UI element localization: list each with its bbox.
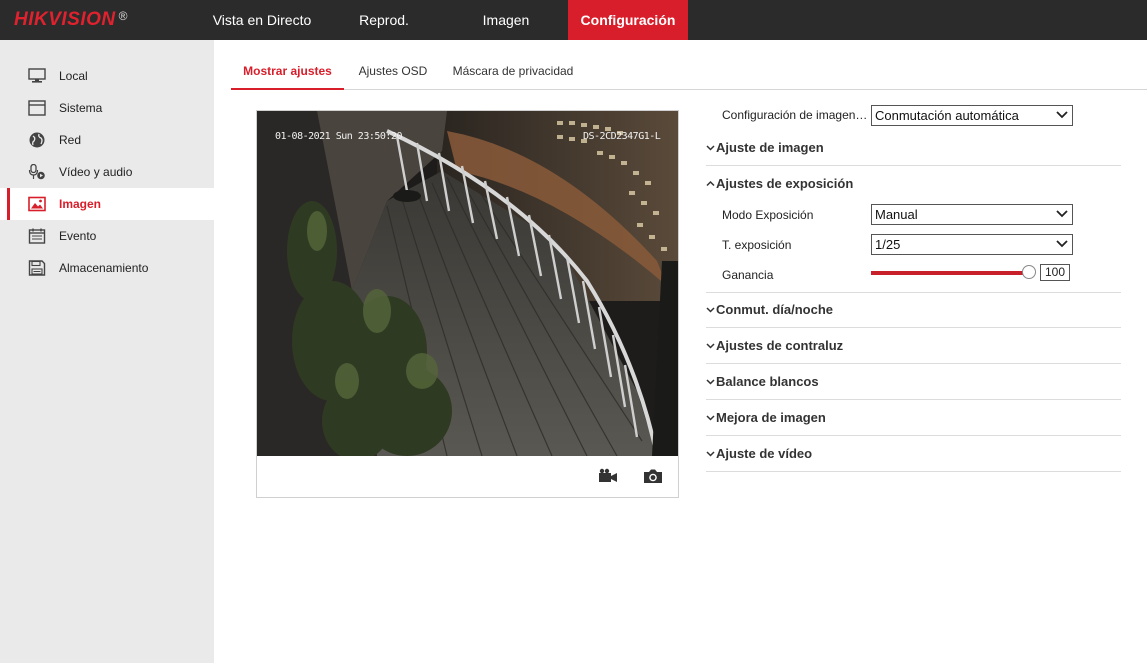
- sidebar-item-label: Sistema: [59, 101, 103, 115]
- chevron-down-icon: [706, 451, 715, 457]
- registered-mark: ®: [118, 9, 128, 23]
- sidebar-item-label: Vídeo y audio: [59, 165, 133, 179]
- chevron-down-icon: [706, 145, 715, 151]
- exposure-mode-value: Manual: [875, 207, 918, 222]
- section-title: Mejora de imagen: [716, 410, 826, 425]
- exposure-mode-select[interactable]: Manual: [871, 204, 1073, 225]
- section-backlight[interactable]: Ajustes de contraluz: [706, 328, 1121, 364]
- window-icon: [28, 100, 46, 116]
- floppy-icon: [28, 260, 46, 276]
- sidebar-item-video-audio[interactable]: Vídeo y audio: [0, 156, 214, 188]
- sidebar-item-local[interactable]: Local: [0, 60, 214, 92]
- nav-live-view[interactable]: Vista en Directo: [198, 0, 326, 40]
- section-image-adjust[interactable]: Ajuste de imagen: [706, 130, 1121, 166]
- sidebar-item-label: Local: [59, 69, 88, 83]
- section-video-adjust[interactable]: Ajuste de vídeo: [706, 436, 1121, 472]
- video-toolbar: [257, 456, 678, 497]
- camera-scene-image: [257, 111, 678, 456]
- chevron-down-icon: [706, 343, 715, 349]
- osd-datetime: 01-08-2021 Sun 23:50:20: [275, 131, 402, 142]
- nav-playback[interactable]: Reprod.: [336, 0, 432, 40]
- sidebar-item-system[interactable]: Sistema: [0, 92, 214, 124]
- section-white-balance[interactable]: Balance blancos: [706, 364, 1121, 400]
- sidebar-item-label: Imagen: [59, 197, 102, 211]
- exposure-time-select[interactable]: 1/25: [871, 234, 1073, 255]
- logo-text: HIKVISION: [14, 9, 116, 30]
- top-navigation-bar: HIKVISION ® Vista en Directo Reprod. Imag…: [0, 0, 1147, 40]
- gain-slider[interactable]: [871, 265, 1036, 279]
- chevron-down-icon: [1056, 240, 1068, 248]
- osd-camera-name: DS-2CD2347G1-L: [583, 131, 661, 142]
- tab-osd-settings[interactable]: Ajustes OSD: [351, 52, 435, 90]
- live-preview-panel: 01-08-2021 Sun 23:50:20 DS-2CD2347G1-L: [256, 110, 679, 498]
- calendar-icon: [28, 228, 46, 244]
- sidebar-item-event[interactable]: Evento: [0, 220, 214, 252]
- chevron-down-icon: [1056, 210, 1068, 218]
- section-title: Ajustes de contraluz: [716, 338, 844, 353]
- settings-tabs: Mostrar ajustes Ajustes OSD Máscara de p…: [231, 52, 1147, 90]
- section-title: Conmut. día/noche: [716, 302, 833, 317]
- sidebar: Local Sistema Red Vídeo y audio Imagen E…: [0, 40, 214, 663]
- section-title[interactable]: Ajustes de exposición: [716, 176, 853, 191]
- exposure-time-value: 1/25: [875, 237, 901, 252]
- image-icon: [28, 196, 46, 212]
- tab-privacy-mask[interactable]: Máscara de privacidad: [447, 52, 579, 90]
- hikvision-logo: HIKVISION ®: [14, 9, 128, 31]
- chevron-down-icon: [706, 415, 715, 421]
- sidebar-item-label: Red: [59, 133, 82, 147]
- section-image-enhancement[interactable]: Mejora de imagen: [706, 400, 1121, 436]
- nav-image[interactable]: Imagen: [458, 0, 554, 40]
- image-config-value: Conmutación automática: [875, 108, 1019, 123]
- chevron-up-icon[interactable]: [706, 179, 715, 188]
- exposure-time-label: T. exposición: [722, 238, 792, 252]
- globe-icon: [29, 132, 45, 148]
- section-title: Ajuste de vídeo: [716, 446, 813, 461]
- section-title: Ajuste de imagen: [716, 140, 824, 155]
- tab-display-settings[interactable]: Mostrar ajustes: [231, 52, 344, 90]
- gain-slider-handle[interactable]: [1022, 265, 1036, 279]
- sidebar-item-image[interactable]: Imagen: [0, 188, 214, 220]
- microphone-icon: [28, 164, 45, 180]
- monitor-icon: [28, 68, 46, 83]
- sidebar-item-network[interactable]: Red: [0, 124, 214, 156]
- exposure-mode-label: Modo Exposición: [722, 208, 814, 222]
- camera-video-feed: 01-08-2021 Sun 23:50:20 DS-2CD2347G1-L: [257, 111, 678, 456]
- nav-configuration[interactable]: Configuración: [568, 0, 688, 40]
- section-day-night[interactable]: Conmut. día/noche: [706, 292, 1121, 328]
- image-config-label: Configuración de imagen…: [722, 108, 868, 122]
- sidebar-item-label: Evento: [59, 229, 97, 243]
- chevron-down-icon: [706, 307, 715, 313]
- gain-label: Ganancia: [722, 268, 774, 282]
- section-title: Balance blancos: [716, 374, 819, 389]
- record-video-icon[interactable]: [598, 468, 618, 484]
- chevron-down-icon: [706, 379, 715, 385]
- sidebar-item-label: Almacenamiento: [59, 261, 149, 275]
- chevron-down-icon: [1056, 111, 1068, 119]
- gain-value-input[interactable]: 100: [1040, 264, 1070, 281]
- gain-slider-fill: [871, 271, 1029, 275]
- image-config-select[interactable]: Conmutación automática: [871, 105, 1073, 126]
- snapshot-camera-icon[interactable]: [643, 468, 663, 484]
- sidebar-item-storage[interactable]: Almacenamiento: [0, 252, 214, 284]
